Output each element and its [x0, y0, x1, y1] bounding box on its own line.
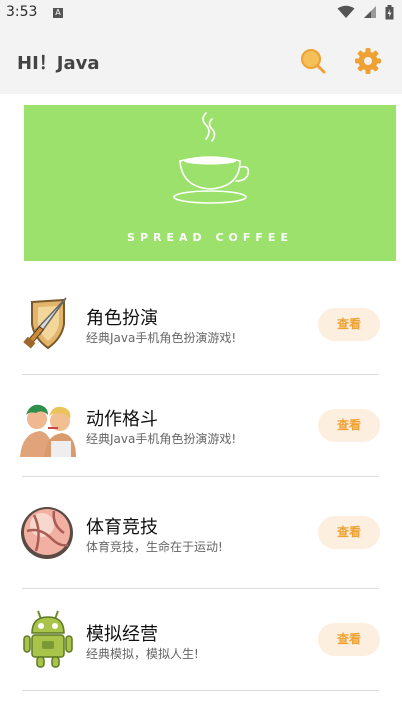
item-title: 角色扮演 — [86, 308, 158, 329]
search-button[interactable] — [298, 46, 328, 76]
list-item[interactable]: 模拟经营 经典模拟，模拟人生! 查看 — [0, 589, 402, 696]
status-bar: 3:53 A — [0, 0, 402, 26]
coffee-cup-icon — [173, 112, 250, 204]
settings-button[interactable] — [353, 46, 383, 76]
list-item[interactable]: 动作格斗 经典Java手机角色扮演游戏! 查看 — [0, 375, 402, 482]
android-robot-icon — [18, 609, 78, 669]
signal-icon — [363, 6, 376, 18]
coffee-banner[interactable]: SPREAD COFFEE — [24, 105, 396, 261]
item-description: 经典模拟，模拟人生! — [86, 647, 199, 661]
ball-icon — [18, 503, 78, 563]
battery-icon — [385, 5, 394, 20]
gear-icon — [355, 48, 381, 74]
view-button[interactable]: 查看 — [318, 623, 380, 656]
item-description: 经典Java手机角色扮演游戏! — [86, 331, 237, 345]
divider — [22, 690, 379, 691]
page-title: HI！Java — [17, 53, 100, 74]
view-button[interactable]: 查看 — [318, 409, 380, 442]
view-button[interactable]: 查看 — [318, 308, 380, 341]
list-item[interactable]: 角色扮演 经典Java手机角色扮演游戏! 查看 — [0, 268, 402, 375]
notification-icon: A — [53, 8, 63, 18]
app-bar: HI！Java — [0, 26, 402, 94]
item-description: 体育竞技，生命在于运动! — [86, 540, 223, 554]
list-item[interactable]: 体育竞技 体育竞技，生命在于运动! 查看 — [0, 477, 402, 584]
status-time: 3:53 — [6, 4, 38, 20]
sword-shield-icon — [18, 294, 78, 354]
status-icons — [334, 5, 394, 21]
item-description: 经典Java手机角色扮演游戏! — [86, 432, 237, 446]
wifi-icon — [337, 5, 355, 18]
search-icon — [301, 49, 326, 74]
banner-text: SPREAD COFFEE — [127, 231, 293, 244]
item-title: 模拟经营 — [86, 624, 158, 645]
item-title: 动作格斗 — [86, 409, 158, 430]
fighters-icon — [18, 397, 78, 457]
view-button[interactable]: 查看 — [318, 516, 380, 549]
item-title: 体育竞技 — [86, 517, 158, 538]
